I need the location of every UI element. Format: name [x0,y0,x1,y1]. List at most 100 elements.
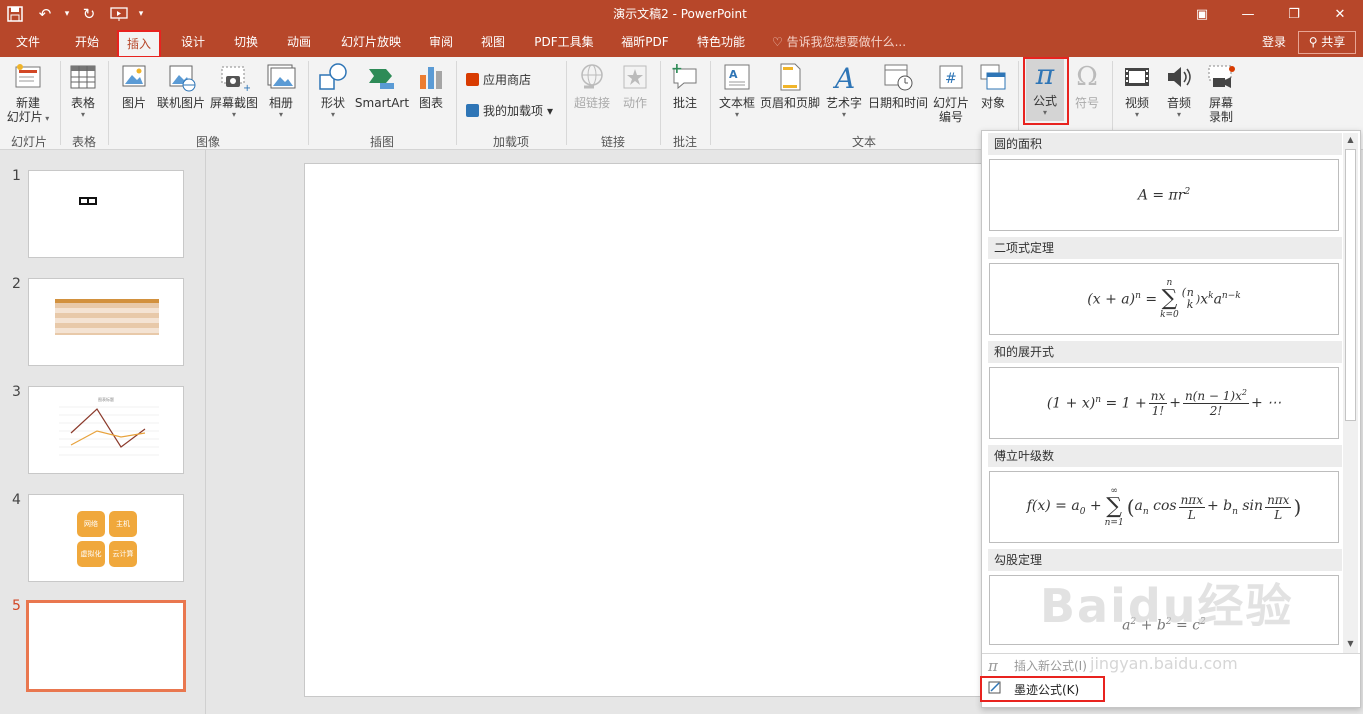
equation-area-of-circle[interactable]: A = πr2 [989,159,1339,231]
group-label-slides: 幻灯片 [10,135,47,149]
title-bar: ↶ ▾ ↻ ▾ 演示文稿2 - PowerPoint ▣ — ❐ ✕ [0,0,1363,28]
scroll-up-icon[interactable]: ▲ [1343,133,1358,147]
online-picture-icon [165,61,197,93]
tab-special-features[interactable]: 特色功能 [690,28,752,57]
textbox-button[interactable]: A 文本框 ▾ [716,61,758,120]
hyperlink-button[interactable]: 超链接 [572,61,612,110]
equation-fourier-series[interactable]: f(x) = a0 + ∞ ∑ n=1 ( an cos nπx L + bn sin… [989,471,1339,543]
table-icon [67,61,99,93]
divider [660,61,661,145]
object-button[interactable]: 对象 [974,61,1012,110]
cycle-block: 主机 [109,511,137,537]
divider [60,61,61,145]
share-button[interactable]: ⚲ 共享 [1298,31,1356,54]
tab-slideshow[interactable]: 幻灯片放映 [333,28,409,57]
omega-icon: Ω [1076,62,1098,92]
gallery-scrollbar[interactable]: ▲ ▼ [1343,133,1358,653]
tab-pdf-tools[interactable]: PDF工具集 [528,28,600,57]
tell-me-box[interactable]: ♡ 告诉我您想要做什么... [772,28,906,57]
audio-button[interactable]: 音频 ▾ [1160,61,1198,120]
watermark-url: jingyan.baidu.com [1090,654,1238,673]
tab-home[interactable]: 开始 [66,28,108,57]
office-store-button[interactable]: 应用商店 [466,71,531,88]
equation-expansion-of-sum[interactable]: (1 + x)n = 1 + nx 1! + n(n − 1)x2 2! + ⋯ [989,367,1339,439]
action-button[interactable]: 动作 [616,61,654,110]
scroll-down-icon[interactable]: ▼ [1343,637,1358,651]
tab-insert[interactable]: 插入 [117,30,161,58]
insert-new-equation-item[interactable]: π 插入新公式(I) [988,654,1087,678]
restore-icon[interactable]: ❐ [1271,0,1317,28]
header-footer-icon [774,61,806,93]
tab-design[interactable]: 设计 [172,28,214,57]
my-addins-label: 我的加载项 [483,104,544,118]
slide-number: 3 [12,384,21,400]
gallery-section-header: 傅立叶级数 [988,445,1342,467]
wordart-icon: A [828,61,860,95]
ribbon-display-options-icon[interactable]: ▣ [1179,0,1225,28]
table-button[interactable]: 表格 ▾ [64,61,102,120]
equation-binomial-theorem[interactable]: (x + a)n = n ∑ k=0 (n k) xkan−k [989,263,1339,335]
slide-thumbnail-1[interactable] [28,170,184,258]
tab-foxit-pdf[interactable]: 福昕PDF [612,28,678,57]
film-icon [1121,61,1153,93]
slide-thumbnail-3[interactable]: 图表标题 [28,386,184,474]
chart-icon [415,61,447,93]
dropdown-arrow-icon: ▾ [278,110,283,119]
action-star-icon [619,61,651,93]
divider [308,61,309,145]
shapes-button[interactable]: 形状 ▾ [314,61,352,120]
dropdown-arrow-icon: ▾ [1176,110,1181,119]
slide-thumbnail-2[interactable] [28,278,184,366]
symbol-button[interactable]: Ω 符号 [1068,61,1106,110]
svg-text:A: A [832,62,855,93]
undo-icon[interactable]: ↶ [30,0,60,28]
gallery-section-header: 二项式定理 [988,237,1342,259]
screenshot-button[interactable]: + 屏幕截图 ▾ [208,61,260,120]
chart-button[interactable]: 图表 [412,61,450,110]
video-button[interactable]: 视频 ▾ [1118,61,1156,120]
tab-review[interactable]: 审阅 [420,28,462,57]
cycle-block: 网络 [77,511,105,537]
tab-transitions[interactable]: 切换 [225,28,267,57]
minimize-icon[interactable]: — [1225,0,1271,28]
scrollbar-thumb[interactable] [1345,149,1356,421]
my-addins-button[interactable]: 我的加载项 ▾ [466,102,553,119]
customize-qat-icon[interactable]: ▾ [134,0,148,28]
chart-label: 图表 [418,96,443,110]
redo-icon[interactable]: ↻ [74,0,104,28]
header-footer-button[interactable]: 页眉和页脚 [758,61,822,110]
close-icon[interactable]: ✕ [1317,0,1363,28]
photo-album-label: 相册 [268,96,293,110]
save-icon[interactable] [0,0,30,28]
ribbon-tab-bar: 文件 开始 插入 设计 切换 动画 幻灯片放映 审阅 视图 PDF工具集 福昕P… [0,28,1363,58]
start-slideshow-icon[interactable] [104,0,134,28]
hyperlink-icon [576,61,608,93]
new-slide-button[interactable]: 新建 幻灯片 ▾ [4,61,52,124]
screen-recording-button[interactable]: 屏幕 录制 [1202,61,1240,124]
tab-view[interactable]: 视图 [472,28,514,57]
photo-album-icon [265,61,297,93]
wordart-button[interactable]: A 艺术字 ▾ [824,61,864,120]
login-link[interactable]: 登录 [1262,28,1286,57]
current-slide-canvas[interactable] [304,163,994,697]
action-label: 动作 [622,96,647,110]
date-time-button[interactable]: 日期和时间 [866,61,930,110]
tab-animations[interactable]: 动画 [278,28,320,57]
table-label: 表格 [70,96,95,110]
comment-button[interactable]: + 批注 [666,61,704,110]
comment-label: 批注 [672,96,697,110]
textbox-icon: A [721,61,753,93]
shapes-icon [317,61,349,93]
slide-thumbnail-5[interactable] [26,600,186,692]
online-picture-button[interactable]: 联机图片 [156,61,206,110]
undo-dropdown-icon[interactable]: ▾ [60,0,74,28]
insert-new-equation-label: 插入新公式(I) [1014,659,1087,673]
picture-button[interactable]: 图片 [114,61,154,110]
smartart-icon [366,61,398,93]
slide-thumbnail-4[interactable]: 网络 主机 虚拟化 云计算 [28,494,184,582]
photo-album-button[interactable]: 相册 ▾ [262,61,300,120]
slide-number-button[interactable]: # 幻灯片 编号 [930,61,972,124]
tab-file[interactable]: 文件 [8,28,48,57]
smartart-button[interactable]: SmartArt [354,61,410,110]
slide-number: 2 [12,276,21,292]
